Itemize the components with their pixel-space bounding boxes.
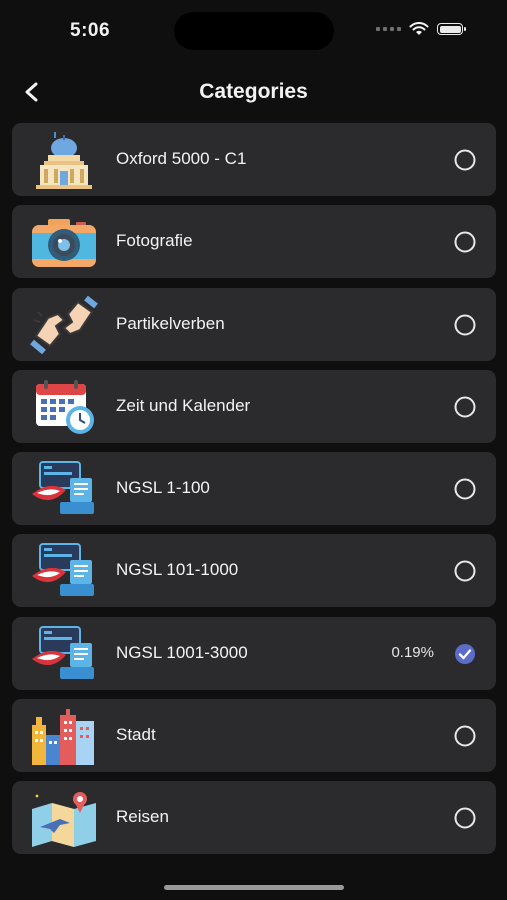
status-bar: 5:06 — [0, 0, 507, 62]
city-icon — [32, 709, 94, 766]
radio-unchecked-icon[interactable] — [454, 725, 476, 747]
category-label: Fotografie — [116, 231, 193, 251]
category-label: NGSL 101-1000 — [116, 560, 239, 580]
radio-unchecked-icon[interactable] — [454, 560, 476, 582]
radio-unchecked-icon[interactable] — [454, 478, 476, 500]
status-icons — [376, 22, 466, 36]
hands-icon — [30, 295, 98, 354]
page-title: Categories — [199, 80, 308, 103]
radio-unchecked-icon[interactable] — [454, 314, 476, 336]
category-row-zeit-und-kalender[interactable]: Zeit und Kalender — [12, 369, 496, 443]
radio-unchecked-icon[interactable] — [454, 231, 476, 253]
radio-unchecked-icon[interactable] — [454, 149, 476, 171]
category-row-stadt[interactable]: Stadt — [12, 699, 496, 773]
progress-percent: 0.19% — [391, 643, 434, 661]
home-indicator[interactable] — [164, 885, 344, 890]
radio-unchecked-icon[interactable] — [454, 807, 476, 829]
wifi-icon — [409, 22, 429, 35]
category-label: Zeit und Kalender — [116, 395, 251, 415]
mouth-chat-icon — [32, 543, 94, 597]
category-list: Oxford 5000 - C1 Fotografie Partikelverb… — [12, 123, 496, 864]
category-label: NGSL 1001-3000 — [116, 642, 248, 662]
dynamic-island — [174, 12, 334, 50]
category-label: Oxford 5000 - C1 — [116, 149, 247, 168]
calendar-clock-icon — [36, 379, 94, 434]
category-label: Stadt — [116, 725, 156, 745]
category-row-reisen[interactable]: Reisen — [12, 781, 496, 855]
category-label: Partikelverben — [116, 313, 225, 333]
category-label: NGSL 1-100 — [116, 478, 210, 498]
category-row-partikelverben[interactable]: Partikelverben — [12, 287, 496, 361]
category-row-oxford[interactable]: Oxford 5000 - C1 — [12, 123, 496, 196]
category-label: Reisen — [116, 807, 169, 827]
radio-unchecked-icon[interactable] — [454, 396, 476, 418]
category-row-ngsl-101-1000[interactable]: NGSL 101-1000 — [12, 534, 496, 608]
mouth-chat-icon — [32, 461, 94, 515]
camera-icon — [32, 219, 96, 268]
category-row-ngsl-1-100[interactable]: NGSL 1-100 — [12, 452, 496, 526]
category-row-ngsl-1001-3000[interactable]: NGSL 1001-3000 0.19% — [12, 616, 496, 690]
mouth-chat-icon — [32, 625, 94, 679]
nav-bar: Categories — [0, 70, 507, 116]
building-dome-icon — [36, 132, 92, 189]
status-time: 5:06 — [70, 20, 111, 41]
signal-icon — [376, 27, 401, 31]
map-plane-icon — [32, 792, 96, 848]
check-circle-icon[interactable] — [454, 643, 476, 665]
battery-icon — [437, 23, 466, 35]
category-row-fotografie[interactable]: Fotografie — [12, 205, 496, 279]
